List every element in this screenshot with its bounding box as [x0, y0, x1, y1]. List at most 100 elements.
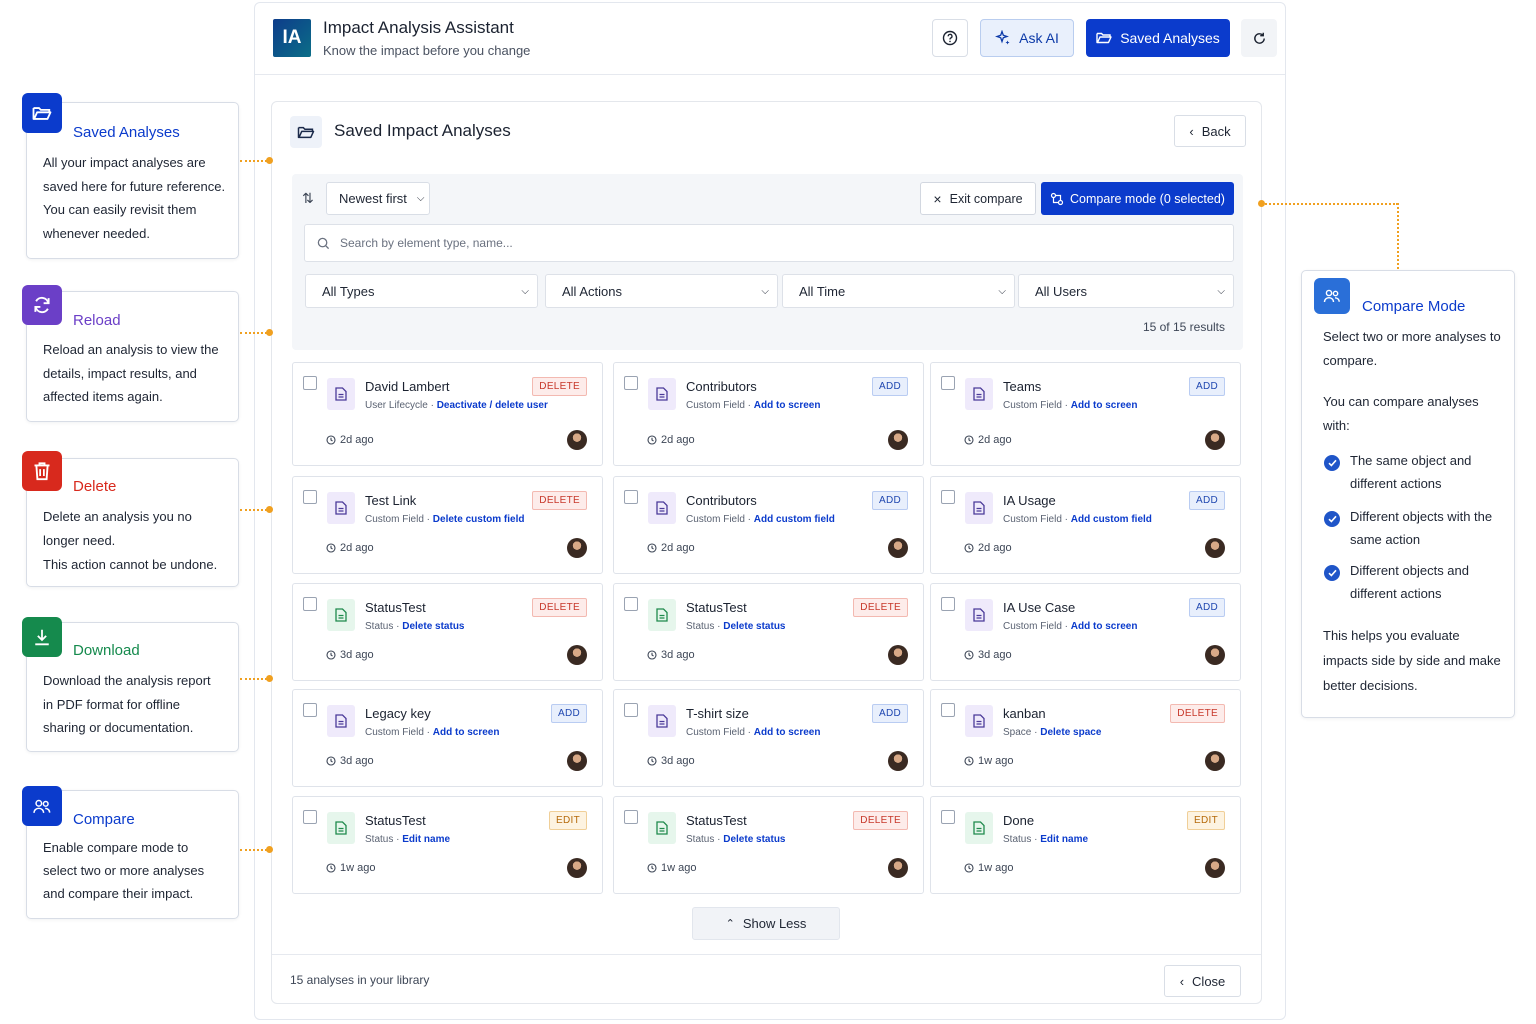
filter-actions-label: All Actions — [562, 283, 622, 299]
card-time-text: 2d ago — [340, 542, 374, 554]
analysis-card[interactable]: StatusTest Status · Delete status DELETE 3d… — [613, 583, 924, 681]
analysis-card[interactable]: StatusTest Status · Edit name EDIT 1w ago — [292, 796, 603, 894]
avatar — [567, 538, 587, 558]
card-title: Legacy key — [365, 706, 431, 721]
show-less-button[interactable]: ⌃ Show Less — [692, 907, 840, 940]
select-checkbox[interactable] — [941, 703, 955, 717]
analysis-card[interactable]: Teams Custom Field · Add to screen ADD 2d a… — [930, 362, 1241, 466]
card-element-type: Custom Field — [686, 727, 745, 738]
filter-time[interactable]: All Time ⌵ — [782, 274, 1015, 308]
select-checkbox[interactable] — [624, 376, 638, 390]
search-input[interactable]: Search by element type, name... — [304, 224, 1234, 262]
compare-mode-title: Compare Mode — [1362, 298, 1466, 315]
select-checkbox[interactable] — [303, 597, 317, 611]
chevron-down-icon: ⌵ — [521, 285, 529, 297]
analysis-card[interactable]: T-shirt size Custom Field · Add to screen… — [613, 689, 924, 787]
select-checkbox[interactable] — [941, 376, 955, 390]
back-button[interactable]: ‹ Back — [1174, 115, 1246, 147]
ask-ai-button[interactable]: Ask AI — [980, 19, 1074, 57]
card-element-type: Status — [686, 834, 715, 845]
saved-analyses-button[interactable]: Saved Analyses — [1086, 19, 1230, 57]
close-button[interactable]: ‹ Close — [1164, 965, 1241, 997]
refresh-button[interactable] — [1241, 19, 1277, 57]
card-title: StatusTest — [365, 813, 426, 828]
card-subtitle: Custom Field · Delete custom field — [365, 514, 525, 525]
action-badge: ADD — [871, 377, 908, 396]
card-title: kanban — [1003, 706, 1046, 721]
chevron-down-icon: ⌵ — [998, 285, 1006, 297]
card-time-text: 1w ago — [978, 862, 1014, 874]
analysis-card[interactable]: StatusTest Status · Delete status DELETE 1w… — [613, 796, 924, 894]
help-button[interactable] — [932, 19, 968, 57]
select-checkbox[interactable] — [303, 490, 317, 504]
analysis-card[interactable]: kanban Space · Delete space DELETE 1w ago — [930, 689, 1241, 787]
select-checkbox[interactable] — [303, 810, 317, 824]
callout-text-line: Enable compare mode to — [43, 840, 189, 855]
callout-body: Download the analysis report in PDF forma… — [43, 669, 238, 740]
clock-icon — [326, 756, 336, 766]
compare-option: The same object and different actions — [1350, 453, 1472, 491]
trash-icon — [22, 451, 62, 491]
card-timestamp: 3d ago — [964, 649, 1012, 661]
panel-header: Saved Impact Analyses ‹ Back — [272, 102, 1261, 162]
callout-body: Reload an analysis to view the details, i… — [43, 338, 238, 409]
select-checkbox[interactable] — [624, 597, 638, 611]
action-badge: DELETE — [532, 598, 587, 617]
close-icon: × — [933, 190, 942, 207]
card-element-type: Status — [1003, 834, 1032, 845]
select-checkbox[interactable] — [941, 490, 955, 504]
select-checkbox[interactable] — [941, 810, 955, 824]
card-timestamp: 1w ago — [647, 862, 696, 874]
select-checkbox[interactable] — [624, 490, 638, 504]
card-action: Add to screen — [1070, 621, 1138, 632]
card-title: StatusTest — [686, 813, 747, 828]
card-timestamp: 1w ago — [964, 755, 1013, 767]
card-element-type: Status — [365, 621, 394, 632]
document-icon — [965, 812, 993, 844]
analysis-card[interactable]: Test Link Custom Field · Delete custom fi… — [292, 476, 603, 574]
select-checkbox[interactable] — [941, 597, 955, 611]
filter-types[interactable]: All Types ⌵ — [305, 274, 538, 308]
connector-line — [1397, 203, 1399, 269]
filter-users[interactable]: All Users ⌵ — [1018, 274, 1234, 308]
filter-actions[interactable]: All Actions ⌵ — [545, 274, 778, 308]
connector-dot — [266, 157, 273, 164]
analysis-card[interactable]: Legacy key Custom Field · Add to screen AD… — [292, 689, 603, 787]
compare-option: Different objects with the same action — [1350, 509, 1493, 547]
analysis-card[interactable]: David Lambert User Lifecycle · Deactivate… — [292, 362, 603, 466]
card-title: Contributors — [686, 493, 757, 508]
card-subtitle: Status · Delete status — [365, 621, 465, 632]
exit-compare-button[interactable]: × Exit compare — [920, 182, 1036, 215]
avatar — [1205, 430, 1225, 450]
connector-line — [1262, 203, 1398, 205]
card-subtitle: Status · Delete status — [686, 834, 786, 845]
document-icon — [965, 378, 993, 410]
clock-icon — [326, 863, 336, 873]
ask-ai-label: Ask AI — [1019, 30, 1059, 46]
card-subtitle: Custom Field · Add to screen — [1003, 400, 1138, 411]
select-checkbox[interactable] — [624, 703, 638, 717]
card-element-type: Custom Field — [1003, 400, 1062, 411]
card-title: StatusTest — [686, 600, 747, 615]
analysis-card[interactable]: Contributors Custom Field · Add to screen… — [613, 362, 924, 466]
avatar — [888, 538, 908, 558]
action-badge: DELETE — [1170, 704, 1225, 723]
select-checkbox[interactable] — [303, 376, 317, 390]
analysis-card[interactable]: Contributors Custom Field · Add custom fi… — [613, 476, 924, 574]
analysis-card[interactable]: Done Status · Edit name EDIT 1w ago — [930, 796, 1241, 894]
chevron-up-icon: ⌃ — [725, 918, 735, 930]
search-icon — [317, 237, 330, 249]
sort-select[interactable]: Newest first ⌵ — [326, 182, 430, 215]
analysis-card[interactable]: IA Use Case Custom Field · Add to screen A… — [930, 583, 1241, 681]
select-checkbox[interactable] — [303, 703, 317, 717]
callout-text-line: You can easily revisit them — [43, 202, 197, 217]
download-icon — [22, 617, 62, 657]
select-checkbox[interactable] — [624, 810, 638, 824]
show-less-label: Show Less — [742, 916, 807, 931]
analysis-card[interactable]: IA Usage Custom Field · Add custom field A… — [930, 476, 1241, 574]
avatar — [1205, 858, 1225, 878]
compare-mode-button[interactable]: Compare mode (0 selected) — [1041, 182, 1234, 215]
analysis-card[interactable]: StatusTest Status · Delete status DELETE 3d… — [292, 583, 603, 681]
card-action: Add to screen — [432, 727, 500, 738]
avatar — [888, 751, 908, 771]
